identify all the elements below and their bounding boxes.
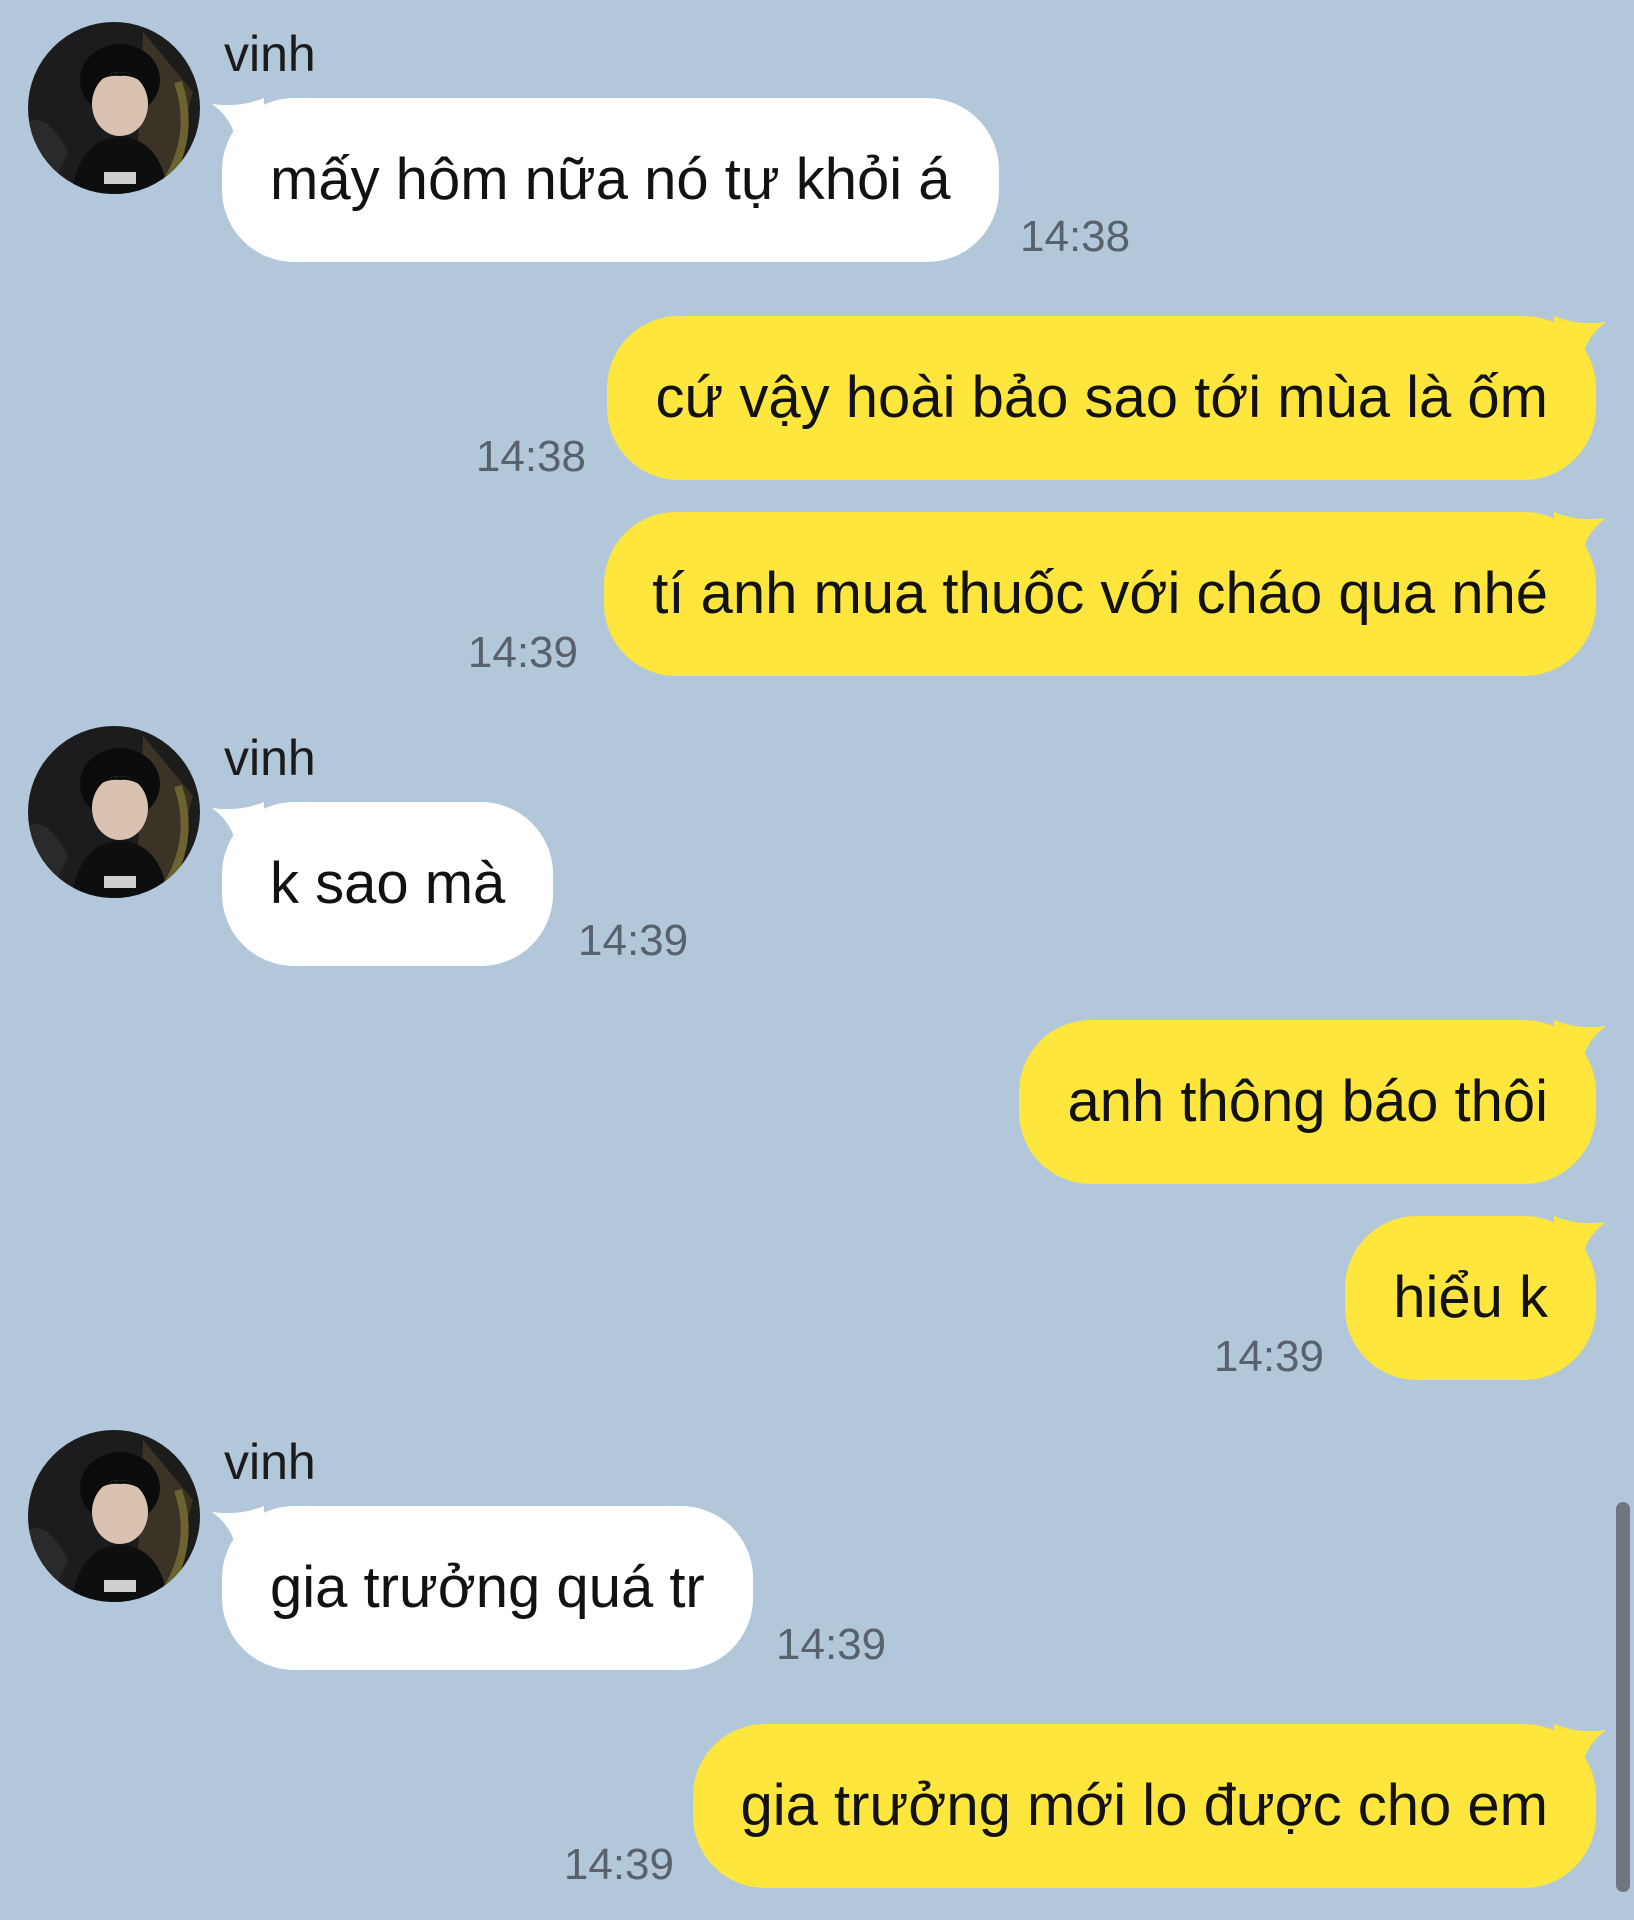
message-text: gia trưởng quá tr bbox=[270, 1555, 705, 1620]
sender-name: vinh bbox=[224, 730, 316, 786]
message-text: gia trưởng mới lo được cho em bbox=[740, 1773, 1548, 1838]
sender-name: vinh bbox=[224, 26, 316, 82]
contact-avatar[interactable] bbox=[28, 1430, 200, 1602]
message-text: mấy hôm nữa nó tự khỏi á bbox=[270, 147, 951, 212]
bubble-tail-icon bbox=[1554, 316, 1606, 362]
bubble-tail-icon bbox=[1554, 1724, 1606, 1770]
bubble-tail-icon bbox=[212, 802, 264, 848]
message-bubble-incoming[interactable]: k sao mà bbox=[212, 802, 554, 966]
message-text: anh thông báo thôi bbox=[1067, 1069, 1548, 1134]
message-timestamp: 14:39 bbox=[467, 628, 578, 677]
message-text: tí anh mua thuốc với cháo qua nhé bbox=[652, 561, 1548, 626]
bubble-tail-icon bbox=[1554, 1216, 1606, 1262]
sender-name: vinh bbox=[224, 1434, 316, 1490]
message-timestamp: 14:39 bbox=[563, 1840, 674, 1889]
message-text: k sao mà bbox=[270, 851, 506, 916]
contact-avatar-icon bbox=[28, 1430, 200, 1602]
message-bubble-incoming[interactable]: gia trưởng quá tr bbox=[212, 1506, 753, 1670]
message-bubble-incoming[interactable]: mấy hôm nữa nó tự khỏi á bbox=[212, 98, 999, 262]
message-timestamp: 14:39 bbox=[578, 916, 689, 965]
contact-avatar-icon bbox=[28, 22, 200, 194]
message-timestamp: 14:38 bbox=[1020, 212, 1131, 261]
contact-avatar[interactable] bbox=[28, 726, 200, 898]
message-text: cứ vậy hoài bảo sao tới mùa là ốm bbox=[655, 365, 1548, 430]
bubble-tail-icon bbox=[212, 1506, 264, 1552]
message-timestamp: 14:39 bbox=[776, 1620, 887, 1669]
message-bubble-outgoing[interactable]: anh thông báo thôi bbox=[1019, 1020, 1606, 1184]
contact-avatar-icon bbox=[28, 726, 200, 898]
bubble-tail-icon bbox=[1554, 1020, 1606, 1066]
message-bubble-outgoing[interactable]: tí anh mua thuốc với cháo qua nhé bbox=[604, 512, 1606, 676]
message-text: hiểu k bbox=[1393, 1265, 1548, 1330]
bubble-tail-icon bbox=[1554, 512, 1606, 558]
chat-conversation: vinh mấy hôm nữa nó tự khỏi á 14:38 cứ v… bbox=[0, 0, 1634, 1920]
message-bubble-outgoing[interactable]: cứ vậy hoài bảo sao tới mùa là ốm bbox=[607, 316, 1606, 480]
message-bubble-outgoing[interactable]: gia trưởng mới lo được cho em bbox=[692, 1724, 1606, 1888]
message-timestamp: 14:38 bbox=[475, 432, 586, 481]
message-timestamp: 14:39 bbox=[1213, 1332, 1324, 1381]
bubble-tail-icon bbox=[212, 98, 264, 144]
message-bubble-outgoing[interactable]: hiểu k bbox=[1345, 1216, 1606, 1380]
contact-avatar[interactable] bbox=[28, 22, 200, 194]
scrollbar[interactable] bbox=[1616, 1502, 1630, 1892]
